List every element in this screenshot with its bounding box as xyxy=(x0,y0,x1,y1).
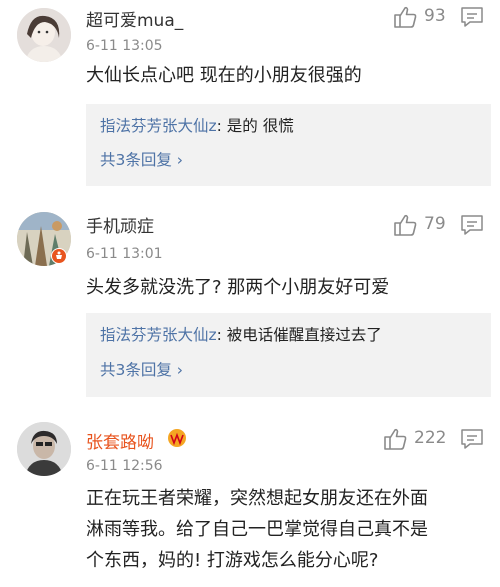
reply-username[interactable]: 指法芬芳张大仙z xyxy=(100,326,217,344)
comment-text: 头发多就没洗了? 那两个小朋友好可爱 xyxy=(86,277,390,298)
comment-text: 大仙长点心吧 现在的小朋友很强的 xyxy=(86,65,362,86)
timestamp: 6-11 13:01 xyxy=(86,246,163,262)
view-replies-link[interactable]: 共3条回复 › xyxy=(100,358,183,380)
avatar[interactable] xyxy=(17,422,71,476)
username[interactable]: 张套路呦 xyxy=(86,428,154,453)
reply-preview[interactable]: 指法芬芳张大仙z: 是的 很慌 共3条回复 › xyxy=(86,104,491,186)
avatar[interactable] xyxy=(17,8,71,62)
comment-item: 张套路呦 6-11 12:56 222 正在玩王者荣耀，突然想起女朋友还在外面 … xyxy=(0,410,500,587)
reply-line: 指法芬芳张大仙z: 被电话催醒直接过去了 xyxy=(100,323,382,345)
thumbs-up-icon[interactable] xyxy=(392,4,418,30)
comment-text-line: 正在玩王者荣耀，突然想起女朋友还在外面 xyxy=(86,488,428,509)
thumbs-up-icon[interactable] xyxy=(382,426,408,452)
timestamp: 6-11 12:56 xyxy=(86,458,163,474)
reply-preview[interactable]: 指法芬芳张大仙z: 被电话催醒直接过去了 共3条回复 › xyxy=(86,313,491,397)
thumbs-up-icon[interactable] xyxy=(392,212,418,238)
reply-line: 指法芬芳张大仙z: 是的 很慌 xyxy=(100,114,294,136)
reply-text: 是的 很慌 xyxy=(221,117,294,135)
username[interactable]: 手机顽症 xyxy=(86,212,154,237)
view-replies-link[interactable]: 共3条回复 › xyxy=(100,148,183,170)
comment-text-line: 个东西，妈的! 打游戏怎么能分心呢? xyxy=(86,550,379,571)
like-count: 222 xyxy=(414,428,447,448)
like-count: 79 xyxy=(424,214,446,234)
vip-badge-icon xyxy=(166,428,188,452)
comment-text: 正在玩王者荣耀，突然想起女朋友还在外面 淋雨等我。给了自己一巴掌觉得自己真不是 … xyxy=(86,483,491,576)
reply-text: 被电话催醒直接过去了 xyxy=(221,326,382,344)
reply-username[interactable]: 指法芬芳张大仙z xyxy=(100,117,217,135)
reply-icon[interactable] xyxy=(460,6,484,28)
verified-badge-icon xyxy=(51,248,67,264)
timestamp: 6-11 13:05 xyxy=(86,38,163,54)
username[interactable]: 超可爱mua_ xyxy=(86,6,183,31)
comment-text-line: 淋雨等我。给了自己一巴掌觉得自己真不是 xyxy=(86,519,428,540)
comment-item: 手机顽症 6-11 13:01 79 头发多就没洗了? 那两个小朋友好可爱 指法… xyxy=(0,200,500,410)
reply-icon[interactable] xyxy=(460,428,484,450)
reply-icon[interactable] xyxy=(460,214,484,236)
comment-item: 超可爱mua_ 6-11 13:05 93 大仙长点心吧 现在的小朋友很强的 指… xyxy=(0,0,500,200)
like-count: 93 xyxy=(424,6,446,26)
